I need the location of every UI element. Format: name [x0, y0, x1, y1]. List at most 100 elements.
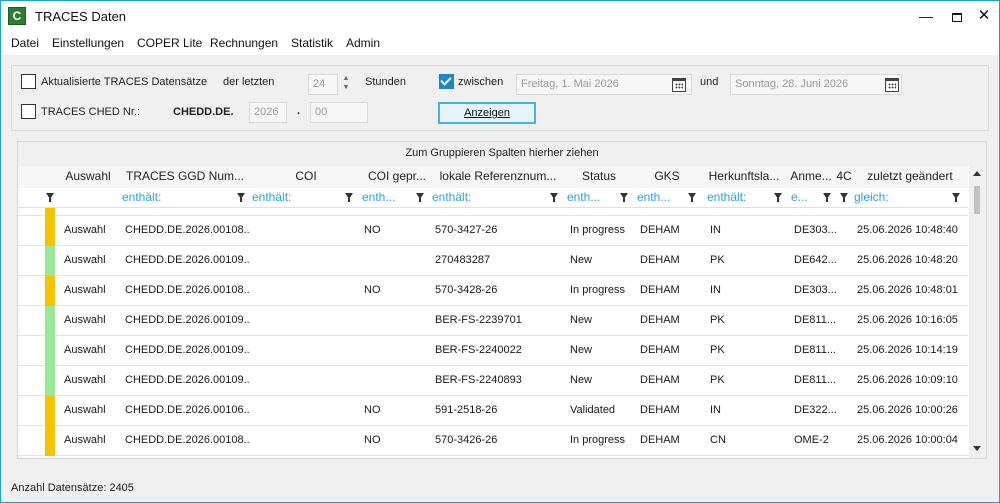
date-from-field[interactable]: Freitag, 1. Mai 2026 [516, 74, 692, 95]
ched-prefix: CHEDD.DE. [173, 106, 234, 118]
row-status-indicator [45, 396, 55, 426]
menu-datei[interactable]: Datei [11, 36, 39, 50]
cell-local-reference: BER-FS-2239701 [435, 314, 522, 326]
cell-origin: PK [710, 314, 725, 326]
cell-auswahl[interactable]: Auswahl [64, 426, 118, 456]
filter-funnel-icon[interactable] [550, 193, 558, 202]
cell-auswahl[interactable]: Auswahl [64, 336, 118, 366]
calendar-icon[interactable] [672, 78, 686, 92]
table-row[interactable]: Auswahl CHEDD.DE.2026.00109... BER-FS-22… [18, 366, 968, 396]
filter-funnel-icon[interactable] [952, 193, 960, 202]
cell-auswahl[interactable]: Auswahl [64, 276, 118, 306]
filter-funnel-icon[interactable] [688, 193, 696, 202]
updated-records-label: Aktualisierte TRACES Datensätze [41, 76, 208, 88]
maximize-button[interactable] [942, 1, 972, 31]
filter-origin[interactable]: enthält: [707, 188, 767, 208]
cell-coi [255, 336, 355, 366]
vertical-scrollbar[interactable] [969, 166, 986, 458]
cell-ggd-number: CHEDD.DE.2026.00108... [125, 434, 249, 446]
filter-gks[interactable]: enth... [637, 188, 685, 208]
table-row[interactable]: Auswahl CHEDD.DE.2026.00109... BER-FS-22… [18, 336, 968, 366]
minimize-button[interactable]: — [911, 1, 941, 31]
filter-coi-checked[interactable]: enth... [362, 188, 412, 208]
cell-auswahl[interactable]: Auswahl [64, 216, 118, 246]
column-header-origin[interactable]: Herkunftsla... [704, 166, 784, 188]
calendar-icon[interactable] [885, 78, 899, 92]
column-header-coi[interactable]: COI [252, 166, 360, 188]
cell-last-changed: 25.06.2026 10:09:10 [857, 374, 958, 386]
close-button[interactable]: ✕ [969, 1, 999, 31]
filter-coi[interactable]: enthält: [252, 188, 342, 208]
ched-checkbox[interactable] [21, 104, 36, 119]
ched-number-field[interactable]: 00 [310, 102, 368, 123]
cell-coi [255, 276, 355, 306]
filter-funnel-icon[interactable] [840, 193, 848, 202]
table-row[interactable]: Auswahl CHEDD.DE.2026.00109... BER-FS-22… [18, 306, 968, 336]
between-checkbox[interactable] [439, 74, 454, 89]
row-status-indicator [45, 246, 55, 276]
cell-local-reference: 270483287 [435, 254, 491, 266]
cell-gks: DEHAM [640, 434, 680, 446]
filter-funnel-icon[interactable] [345, 193, 353, 202]
scroll-up-icon[interactable] [973, 171, 981, 176]
table-row[interactable] [18, 208, 968, 216]
show-button[interactable]: Anzeigen [438, 102, 536, 124]
filter-last-changed[interactable]: gleich: [854, 188, 944, 208]
show-button-label: Anzeigen [464, 107, 510, 119]
cell-auswahl[interactable]: Auswahl [64, 396, 118, 426]
scroll-down-icon[interactable] [973, 446, 981, 451]
cell-auswahl[interactable]: Auswahl [64, 306, 118, 336]
table-row[interactable]: Auswahl CHEDD.DE.2026.00108... NO 570-34… [18, 216, 968, 246]
cell-origin: IN [710, 224, 721, 236]
column-header-local-reference[interactable]: lokale Referenznum... [432, 166, 564, 188]
cell-status: New [570, 374, 593, 386]
filter-funnel-icon[interactable] [237, 193, 245, 202]
cell-status: Validated [570, 404, 616, 416]
column-header-last-changed[interactable]: zuletzt geändert [856, 166, 964, 188]
menu-rechnungen[interactable]: Rechnungen [210, 36, 278, 50]
row-status-indicator [45, 306, 55, 336]
column-header-registrant[interactable]: Anme... [789, 166, 833, 188]
cell-auswahl[interactable]: Auswahl [64, 246, 118, 276]
filter-funnel-icon[interactable] [823, 193, 831, 202]
table-row[interactable]: Auswahl CHEDD.DE.2026.00109... 270483287… [18, 246, 968, 276]
cell-status: New [570, 254, 593, 266]
cell-auswahl[interactable]: Auswahl [64, 366, 118, 396]
filter-registrant[interactable]: e... [791, 188, 821, 208]
column-header-gks[interactable]: GKS [634, 166, 700, 188]
menu-einstellungen[interactable]: Einstellungen [52, 36, 124, 50]
cell-origin: PK [710, 374, 725, 386]
menu-coper-lite[interactable]: COPER Lite [137, 36, 202, 50]
column-header-coi-checked[interactable]: COI gepr... [363, 166, 431, 188]
filter-local-reference[interactable]: enthält: [432, 188, 546, 208]
scroll-thumb[interactable] [974, 186, 980, 214]
column-header-status[interactable]: Status [567, 166, 631, 188]
cell-registrant: OME-2 [794, 434, 829, 446]
filter-status[interactable]: enth... [567, 188, 615, 208]
cell-ggd-number: CHEDD.DE.2026.00106... [125, 404, 249, 416]
maximize-icon [952, 12, 962, 22]
ched-year-field[interactable]: 2026 [249, 102, 287, 123]
table-row[interactable]: Auswahl CHEDD.DE.2026.00108... NO 570-34… [18, 276, 968, 306]
column-header-auswahl[interactable]: Auswahl [58, 166, 118, 188]
filter-funnel-icon[interactable] [46, 193, 54, 202]
date-to-field[interactable]: Sonntag, 28. Juni 2026 [730, 74, 902, 95]
table-row[interactable]: Auswahl CHEDD.DE.2026.00106... NO 591-25… [18, 396, 968, 426]
filter-funnel-icon[interactable] [620, 193, 628, 202]
grid-rows: Auswahl CHEDD.DE.2026.00108... NO 570-34… [18, 208, 968, 458]
group-by-area[interactable]: Zum Gruppieren Spalten hierher ziehen [18, 142, 986, 166]
hours-field[interactable]: 24 [308, 74, 338, 95]
column-header-4c[interactable]: 4C [834, 166, 854, 188]
menu-statistik[interactable]: Statistik [291, 36, 333, 50]
menu-admin[interactable]: Admin [346, 36, 380, 50]
hours-spinner[interactable]: ▲ ▼ [340, 74, 352, 95]
filter-funnel-icon[interactable] [774, 193, 782, 202]
filter-funnel-icon[interactable] [416, 193, 424, 202]
menu-bar: Datei Einstellungen COPER Lite Rechnunge… [1, 31, 999, 55]
cell-local-reference: BER-FS-2240022 [435, 344, 522, 356]
cell-origin: PK [710, 344, 725, 356]
table-row[interactable]: Auswahl CHEDD.DE.2026.00108... NO 570-34… [18, 426, 968, 456]
filter-ggd-number[interactable]: enthält: [122, 188, 232, 208]
column-header-ggd-number[interactable]: TRACES GGD Num... [121, 166, 249, 188]
updated-records-checkbox[interactable] [21, 74, 36, 89]
